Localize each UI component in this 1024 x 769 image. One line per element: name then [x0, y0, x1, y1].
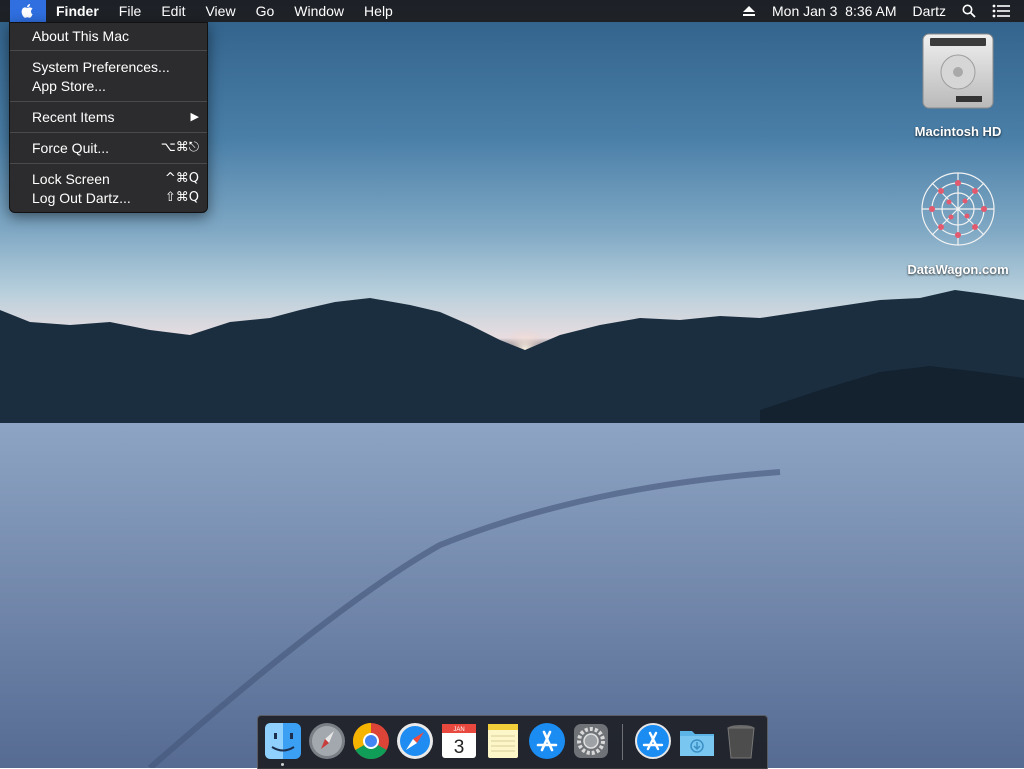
dock-separator: [622, 724, 623, 760]
menu-edit[interactable]: Edit: [151, 0, 195, 22]
eject-icon[interactable]: [734, 5, 764, 17]
notification-center-icon[interactable]: [984, 4, 1024, 18]
menu-go[interactable]: Go: [246, 0, 285, 22]
menu-view[interactable]: View: [195, 0, 245, 22]
menu-item-force-quit[interactable]: Force Quit... ⌥⌘⎋: [10, 138, 207, 157]
calendar-day-text: 3: [454, 737, 465, 758]
menu-bar: Finder File Edit View Go Window Help Mon…: [0, 0, 1024, 22]
menu-separator: [10, 163, 207, 164]
menu-help[interactable]: Help: [354, 0, 403, 22]
menu-separator: [10, 132, 207, 133]
calendar-month-text: JAN: [453, 727, 464, 733]
desktop-icon-label: Macintosh HD: [914, 124, 1002, 139]
desktop-icon-label: DataWagon.com: [907, 262, 1009, 277]
menu-user[interactable]: Dartz: [905, 0, 954, 22]
shortcut-force-quit: ⌥⌘⎋: [160, 140, 199, 155]
spotlight-search-icon[interactable]: [954, 4, 984, 18]
menu-separator: [10, 101, 207, 102]
apple-icon: [21, 4, 33, 18]
app-store-icon: [529, 723, 565, 759]
dock-calendar[interactable]: JAN 3: [439, 721, 479, 761]
safari-icon: [397, 723, 433, 759]
hard-drive-icon: [922, 33, 994, 109]
menu-item-lock-screen[interactable]: Lock Screen ^⌘Q: [10, 169, 207, 188]
desktop-icon-datawagon[interactable]: DataWagon.com: [898, 166, 1018, 278]
dock-system-preferences[interactable]: [571, 721, 611, 761]
dock-launchpad[interactable]: [307, 721, 347, 761]
dock-chrome[interactable]: [351, 721, 391, 761]
menu-separator: [10, 50, 207, 51]
shortcut-log-out: ⇧⌘Q: [164, 190, 199, 205]
calendar-icon: JAN 3: [442, 724, 476, 758]
desktop-icon-macintosh-hd[interactable]: Macintosh HD: [898, 32, 1018, 142]
dock: JAN 3: [257, 715, 768, 769]
downloads-folder-icon: [680, 731, 714, 756]
menu-item-log-out[interactable]: Log Out Dartz... ⇧⌘Q: [10, 188, 207, 207]
dock-downloads-folder[interactable]: [677, 721, 717, 761]
menu-window[interactable]: Window: [284, 0, 354, 22]
chrome-icon: [352, 723, 389, 760]
dock-app-store-download[interactable]: [633, 721, 673, 761]
trash-icon: [727, 725, 755, 759]
menu-item-about-this-mac[interactable]: About This Mac: [10, 26, 207, 45]
menu-app-finder[interactable]: Finder: [46, 0, 109, 22]
system-preferences-icon: [574, 724, 608, 758]
apple-menu-dropdown: About This Mac System Preferences... App…: [9, 22, 208, 213]
menu-item-system-preferences[interactable]: System Preferences...: [10, 57, 207, 76]
app-store-download-icon: [635, 723, 671, 759]
menu-file[interactable]: File: [109, 0, 152, 22]
dock-finder[interactable]: [263, 721, 303, 761]
dock-app-store[interactable]: [527, 721, 567, 761]
datawagon-logo-icon: [921, 172, 995, 246]
shortcut-lock-screen: ^⌘Q: [164, 171, 199, 186]
dock-trash[interactable]: [721, 721, 761, 761]
apple-menu-button[interactable]: [10, 0, 46, 22]
finder-icon: [265, 723, 301, 759]
menu-clock[interactable]: Mon Jan 3 8:36 AM: [764, 0, 905, 22]
menu-item-app-store[interactable]: App Store...: [10, 76, 207, 95]
dock-safari[interactable]: [395, 721, 435, 761]
launchpad-icon: [309, 723, 345, 759]
menu-item-recent-items[interactable]: Recent Items ▶: [10, 107, 207, 126]
running-indicator: [281, 763, 284, 766]
submenu-arrow-icon: ▶: [190, 110, 199, 123]
dock-notes[interactable]: [483, 721, 523, 761]
notes-icon: [488, 724, 518, 758]
